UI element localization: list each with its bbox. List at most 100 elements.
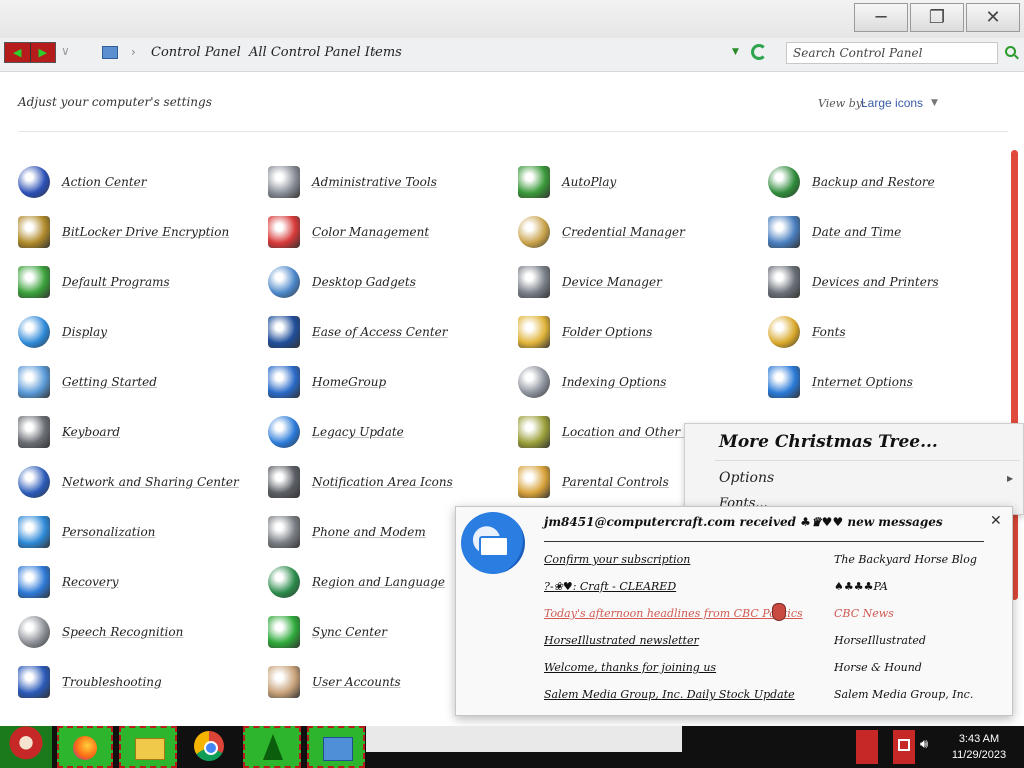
breadcrumb-separator-icon[interactable]: › <box>372 45 377 59</box>
message-subject[interactable]: HorseIllustrated newsletter <box>544 634 824 647</box>
volume-icon[interactable]: 🔊︎ <box>920 737 928 752</box>
cp-item-autoplay[interactable]: AutoPlay <box>518 165 616 199</box>
close-button[interactable]: ✕ <box>966 3 1020 32</box>
forward-button[interactable]: ▶ <box>29 43 55 62</box>
cp-item-label: Fonts <box>812 325 846 339</box>
message-subject[interactable]: Salem Media Group, Inc. Daily Stock Upda… <box>544 688 824 701</box>
cp-item-label: Administrative Tools <box>312 175 437 189</box>
cp-item-label: Recovery <box>62 575 119 589</box>
breadcrumb-separator-icon[interactable]: › <box>229 45 234 59</box>
cp-item-label: AutoPlay <box>562 175 617 189</box>
network-icon <box>18 466 50 498</box>
cp-item-speech-recognition[interactable]: Speech Recognition <box>18 615 183 649</box>
cp-item-internet-options[interactable]: Internet Options <box>768 365 913 399</box>
cp-item-recovery[interactable]: Recovery <box>18 565 118 599</box>
tray-red-indicator[interactable] <box>856 730 878 764</box>
context-menu-title[interactable]: More Christmas Tree... <box>719 432 938 452</box>
nav-buttons: ◀ ▶ <box>4 42 56 63</box>
breadcrumb-separator-icon[interactable]: › <box>131 45 136 59</box>
clock[interactable]: 3:43 AM 11/29/2023 <box>944 731 1014 763</box>
start-orb-icon[interactable] <box>0 726 52 768</box>
cp-item-bitlocker-drive-encryption[interactable]: BitLocker Drive Encryption <box>18 215 229 249</box>
control-panel-icon <box>102 46 118 59</box>
message-sender: Horse & Hound <box>834 661 922 674</box>
cp-item-troubleshooting[interactable]: Troubleshooting <box>18 665 162 699</box>
message-subject[interactable]: ?-❀♥: Craft - CLEARED <box>544 580 824 593</box>
cp-item-label: Devices and Printers <box>812 275 939 289</box>
minimize-button[interactable]: ─ <box>854 3 908 32</box>
message-sender: ♠♣♣♣PA <box>834 580 888 593</box>
cp-item-fonts[interactable]: Fonts <box>768 315 846 349</box>
cp-item-region-and-language[interactable]: Region and Language <box>268 565 445 599</box>
close-icon[interactable]: ✕ <box>990 513 1002 529</box>
cp-item-administrative-tools[interactable]: Administrative Tools <box>268 165 437 199</box>
cp-item-label: Credential Manager <box>562 225 685 239</box>
message-subject[interactable]: Confirm your subscription <box>544 553 824 566</box>
thunderbird-icon <box>461 512 525 574</box>
cp-item-legacy-update[interactable]: Legacy Update <box>268 415 404 449</box>
cp-item-label: Folder Options <box>562 325 653 339</box>
cp-item-parental-controls[interactable]: Parental Controls <box>518 465 669 499</box>
cp-item-indexing-options[interactable]: Indexing Options <box>518 365 666 399</box>
ease-of-access-icon <box>268 316 300 348</box>
breadcrumb-control-panel[interactable]: Control Panel <box>151 45 241 60</box>
cp-item-display[interactable]: Display <box>18 315 107 349</box>
file-explorer-icon[interactable] <box>119 726 177 768</box>
control-panel-taskbar-icon[interactable] <box>307 726 365 768</box>
title-bar: ─ ❐ ✕ <box>0 0 1024 38</box>
cp-item-label: Region and Language <box>312 575 446 589</box>
phone-icon <box>268 516 300 548</box>
message-subject[interactable]: Welcome, thanks for joining us <box>544 661 824 674</box>
firefox-icon[interactable] <box>57 726 113 768</box>
cp-item-phone-and-modem[interactable]: Phone and Modem <box>268 515 426 549</box>
cp-item-label: Ease of Access Center <box>312 325 448 339</box>
cp-item-user-accounts[interactable]: User Accounts <box>268 665 401 699</box>
microphone-icon <box>18 616 50 648</box>
cp-item-date-and-time[interactable]: Date and Time <box>768 215 901 249</box>
legacy-update-icon <box>268 416 300 448</box>
cp-item-device-manager[interactable]: Device Manager <box>518 265 662 299</box>
network-icon[interactable] <box>898 739 910 751</box>
printer-icon <box>768 266 800 298</box>
cp-item-label: Parental Controls <box>562 475 669 489</box>
notification-divider <box>544 541 984 542</box>
key-icon <box>18 216 50 248</box>
notification-area-icon <box>268 466 300 498</box>
christmas-tree-icon[interactable] <box>243 726 301 768</box>
recent-pages-chevron-icon[interactable]: ∨ <box>61 44 70 58</box>
new-mail-notification[interactable]: jm8451@computercraft.com received ♣♛♥♥ n… <box>455 506 1013 716</box>
cp-item-label: Getting Started <box>62 375 157 389</box>
restore-button[interactable]: ❐ <box>910 3 964 32</box>
cp-item-color-management[interactable]: Color Management <box>268 215 429 249</box>
cp-item-label: Phone and Modem <box>312 525 426 539</box>
cp-item-credential-manager[interactable]: Credential Manager <box>518 215 685 249</box>
cp-item-ease-of-access-center[interactable]: Ease of Access Center <box>268 315 447 349</box>
color-icon <box>268 216 300 248</box>
cp-item-devices-and-printers[interactable]: Devices and Printers <box>768 265 939 299</box>
cp-item-default-programs[interactable]: Default Programs <box>18 265 170 299</box>
refresh-icon[interactable] <box>751 44 767 60</box>
cp-item-keyboard[interactable]: Keyboard <box>18 415 120 449</box>
cp-item-network-and-sharing-center[interactable]: Network and Sharing Center <box>18 465 239 499</box>
cp-item-sync-center[interactable]: Sync Center <box>268 615 387 649</box>
clock-date: 11/29/2023 <box>951 749 1007 761</box>
cp-item-notification-area-icons[interactable]: Notification Area Icons <box>268 465 453 499</box>
address-dropdown-icon[interactable]: ▼ <box>732 47 739 57</box>
view-by-dropdown[interactable]: Large icons <box>861 96 923 110</box>
context-menu-options[interactable]: Options <box>719 470 774 486</box>
cp-item-homegroup[interactable]: HomeGroup <box>268 365 386 399</box>
cp-item-getting-started[interactable]: Getting Started <box>18 365 157 399</box>
region-icon <box>268 566 300 598</box>
cp-item-action-center[interactable]: Action Center <box>18 165 147 199</box>
breadcrumb-all-items[interactable]: All Control Panel Items <box>249 45 402 60</box>
search-icon[interactable] <box>1005 46 1016 57</box>
cp-item-folder-options[interactable]: Folder Options <box>518 315 652 349</box>
view-by-chevron-icon[interactable]: ▼ <box>931 98 938 108</box>
chrome-icon[interactable] <box>190 726 232 768</box>
cp-item-desktop-gadgets[interactable]: Desktop Gadgets <box>268 265 416 299</box>
cp-item-personalization[interactable]: Personalization <box>18 515 155 549</box>
device-manager-icon <box>518 266 550 298</box>
search-input[interactable]: Search Control Panel <box>786 42 998 64</box>
back-button[interactable]: ◀ <box>5 43 30 62</box>
cp-item-backup-and-restore[interactable]: Backup and Restore <box>768 165 935 199</box>
